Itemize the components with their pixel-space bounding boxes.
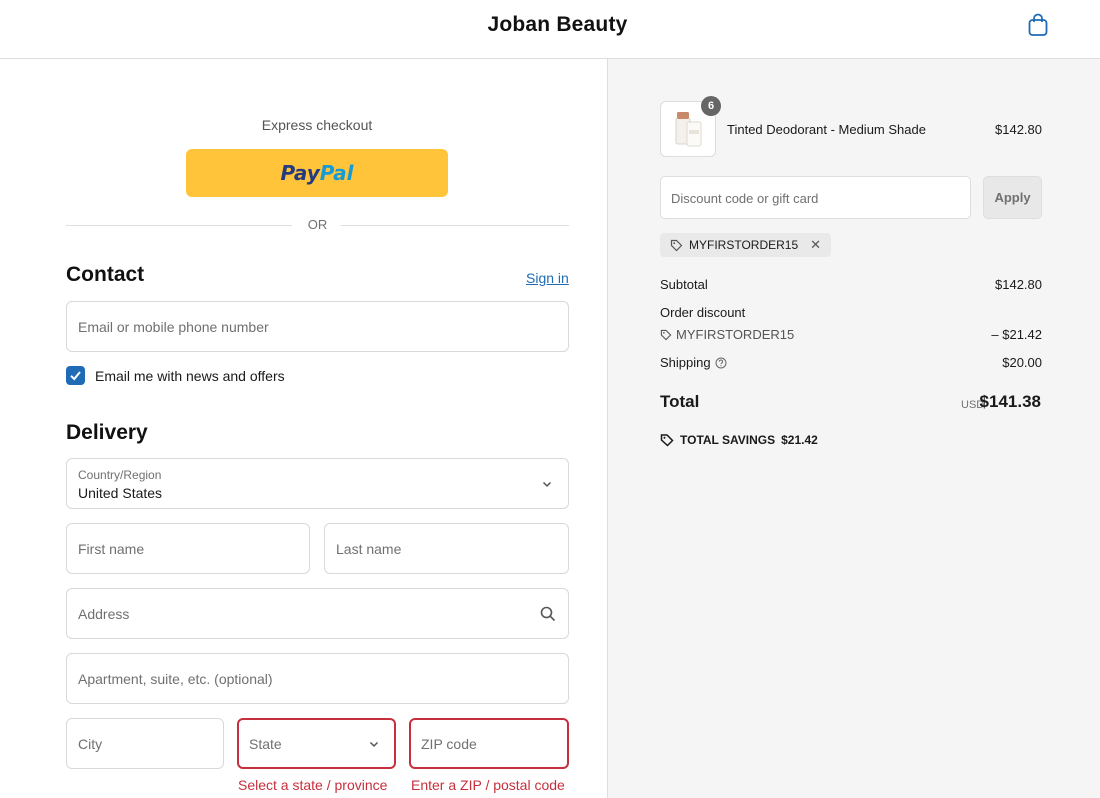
paypal-logo-pal: Pal (319, 161, 354, 185)
remove-code-icon[interactable]: ✕ (810, 237, 821, 253)
discount-code-input[interactable]: Discount code or gift card (660, 176, 971, 219)
shipping-label: Shipping (660, 355, 711, 370)
tag-icon (660, 329, 672, 340)
zip-field[interactable]: ZIP code (409, 718, 569, 769)
discount-code-row: MYFIRSTORDER15 – $21.42 (660, 327, 1042, 342)
or-label: OR (307, 217, 328, 232)
apartment-field[interactable]: Apartment, suite, etc. (optional) (66, 653, 569, 704)
shipping-row: Shipping $20.00 (660, 355, 1042, 370)
shipping-value: $20.00 (1002, 355, 1042, 370)
first-name-field[interactable]: First name (66, 523, 310, 574)
applied-code-text: MYFIRSTORDER15 (689, 238, 799, 252)
email-field[interactable]: Email or mobile phone number (66, 301, 569, 352)
apply-discount-button[interactable]: Apply (983, 176, 1042, 219)
chevron-down-icon (369, 741, 379, 748)
country-label: Country/Region (78, 468, 162, 482)
state-error-message: Select a state / province (238, 777, 388, 793)
discount-code-line: MYFIRSTORDER15 (660, 327, 1042, 342)
product-price: $142.80 (995, 122, 1042, 137)
sign-in-link[interactable]: Sign in (526, 270, 569, 286)
chevron-down-icon (542, 481, 552, 488)
search-icon[interactable] (540, 606, 556, 622)
state-select[interactable]: State (237, 718, 396, 769)
first-name-placeholder: First name (78, 541, 145, 557)
address-placeholder: Address (78, 606, 130, 622)
site-header: Joban Beauty (0, 0, 1100, 59)
shipping-label-wrap: Shipping (660, 355, 1042, 370)
applied-code-chip: MYFIRSTORDER15 ✕ (660, 233, 832, 257)
country-value: United States (78, 485, 163, 501)
total-savings: TOTAL SAVINGS $21.42 (660, 433, 818, 447)
checkout-form-column: Express checkout Pay Pal OR Contact Sign … (0, 59, 607, 798)
city-placeholder: City (78, 736, 103, 752)
delivery-heading: Delivery (66, 421, 148, 444)
paypal-button[interactable]: Pay Pal (186, 149, 448, 197)
total-label: Total (660, 392, 700, 411)
discount-value: – $21.42 (991, 327, 1042, 342)
order-discount-row: Order discount (660, 305, 1042, 320)
order-discount-label: Order discount (660, 305, 746, 320)
tag-icon (670, 239, 683, 251)
address-field[interactable]: Address (66, 588, 569, 639)
state-placeholder: State (249, 736, 282, 752)
country-select[interactable]: Country/Region United States (66, 458, 569, 509)
order-summary: 6 Tinted Deodorant - Medium Shade $142.8… (607, 59, 1100, 798)
apartment-placeholder: Apartment, suite, etc. (optional) (78, 671, 273, 687)
total-value: $141.38 (979, 392, 1041, 411)
city-field[interactable]: City (66, 718, 224, 769)
last-name-field[interactable]: Last name (324, 523, 569, 574)
discount-code-text: MYFIRSTORDER15 (676, 327, 795, 342)
tag-icon (660, 434, 674, 447)
product-name: Tinted Deodorant - Medium Shade (727, 122, 926, 137)
subtotal-value: $142.80 (995, 277, 1042, 292)
or-divider: OR (66, 216, 569, 234)
email-placeholder: Email or mobile phone number (78, 319, 269, 335)
newsletter-label: Email me with news and offers (95, 368, 285, 384)
zip-placeholder: ZIP code (421, 736, 477, 752)
paypal-logo-pay: Pay (280, 161, 320, 185)
newsletter-checkbox[interactable] (66, 366, 85, 385)
savings-value: $21.42 (781, 433, 818, 447)
help-circle-icon[interactable] (715, 357, 727, 369)
last-name-placeholder: Last name (336, 541, 402, 557)
zip-error-message: Enter a ZIP / postal code (411, 777, 565, 793)
checkmark-icon (70, 371, 81, 381)
express-checkout-label: Express checkout (261, 117, 373, 133)
subtotal-row: Subtotal $142.80 (660, 277, 1042, 292)
brand-name[interactable]: Joban Beauty (0, 13, 1100, 37)
shopping-bag-icon[interactable] (1027, 13, 1049, 37)
contact-heading: Contact (66, 263, 145, 286)
subtotal-label: Subtotal (660, 277, 708, 292)
savings-label: TOTAL SAVINGS (680, 433, 776, 447)
discount-placeholder: Discount code or gift card (671, 191, 819, 206)
quantity-badge: 6 (701, 96, 721, 116)
